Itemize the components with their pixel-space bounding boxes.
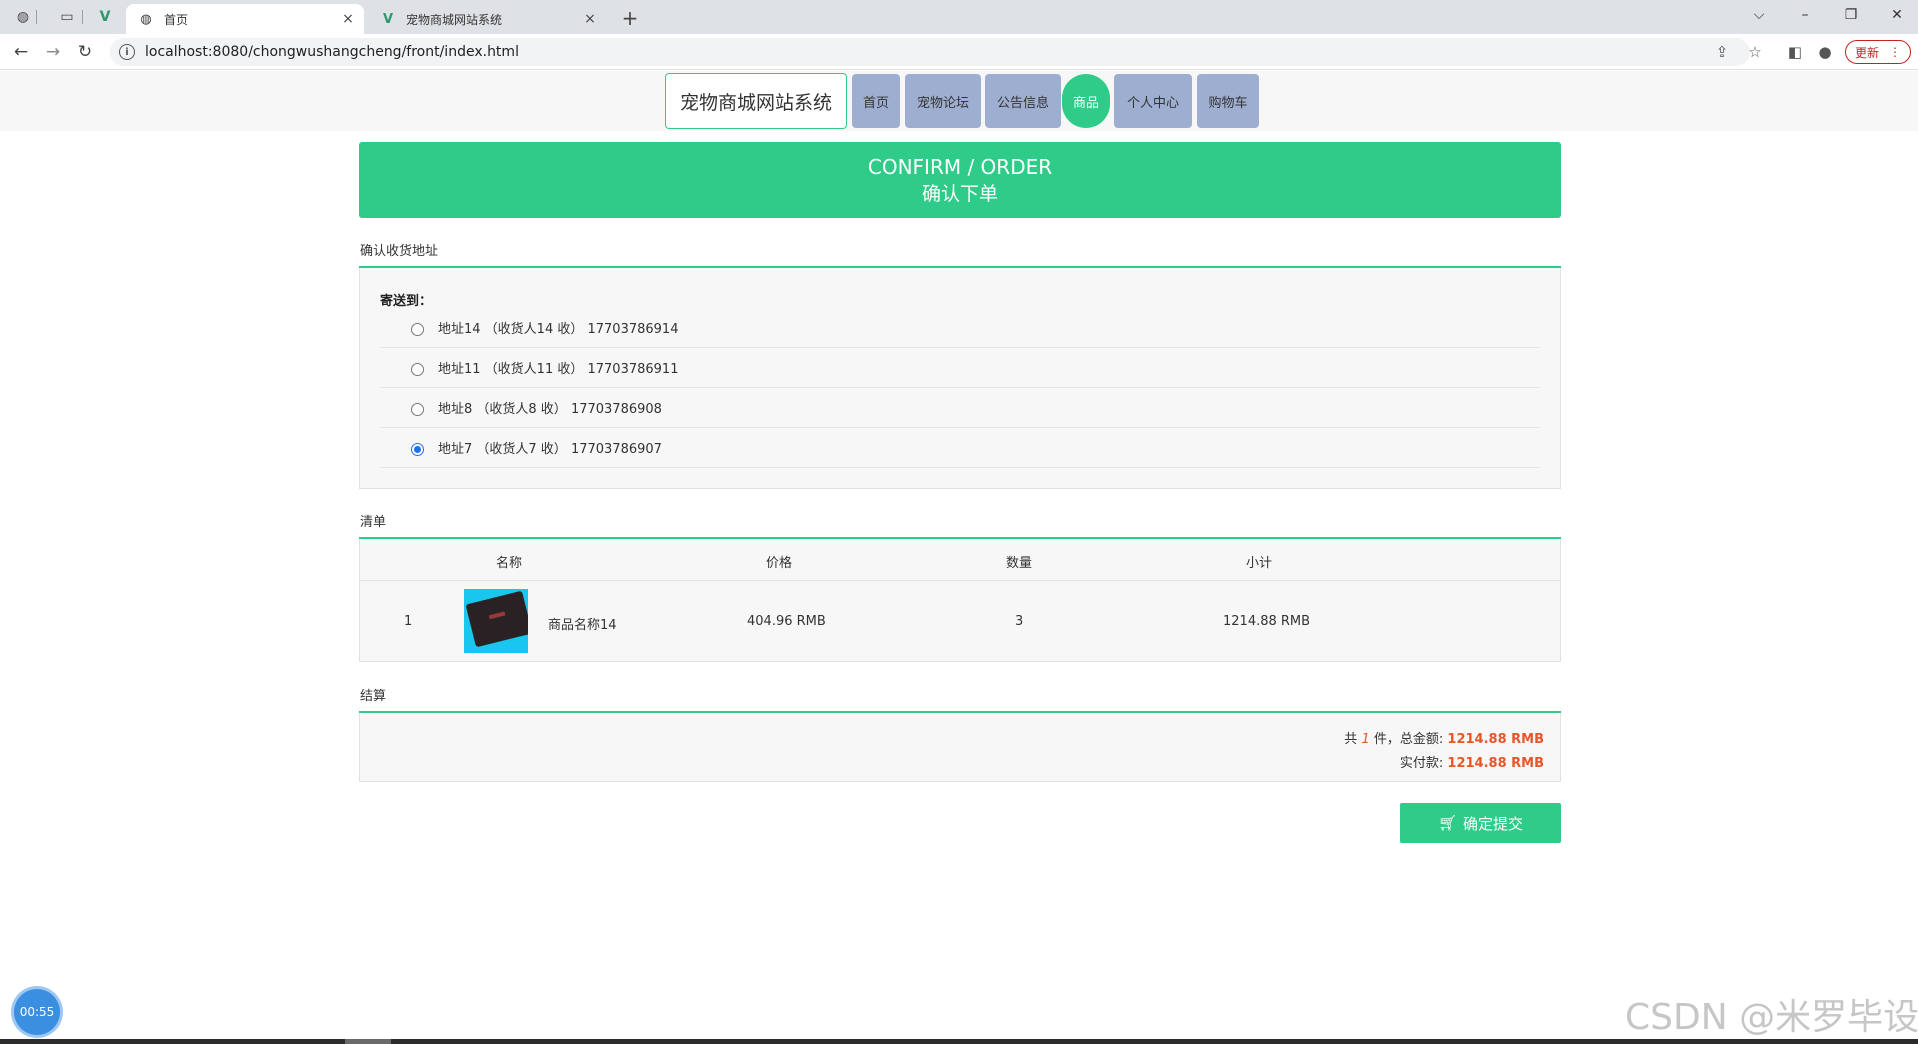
address-option-text: 地址8 （收货人8 收） 17703786908 [438, 402, 662, 417]
browser-tab-strip: ◍ ▭ V ◍ 首页 × V 宠物商城网站系统 × + ⌵ – ❐ ✕ [0, 0, 1918, 34]
nav-pet-forum[interactable]: 宠物论坛 [905, 74, 981, 128]
nav-home[interactable]: 首页 [852, 74, 900, 128]
paid-label: 实付款: [1399, 756, 1444, 771]
row-index: 1 [404, 614, 413, 629]
tab-title: 宠物商城网站系统 [406, 12, 503, 27]
address-option-4[interactable]: 地址7 （收货人7 收） 17703786907 [381, 428, 1539, 468]
tab-pet-mall[interactable]: V 宠物商城网站系统 × [368, 4, 606, 34]
browser-toolbar: ← → ↻ i localhost:8080/chongwushangcheng… [0, 34, 1918, 70]
submit-order-button[interactable]: 🛒︎ 确定提交 [1400, 803, 1561, 843]
product-thumbnail[interactable] [464, 589, 528, 653]
back-arrow-icon[interactable]: ← [8, 39, 34, 65]
close-icon[interactable]: × [338, 11, 358, 27]
banner-title-cn: 确认下单 [921, 183, 998, 205]
address-option-text: 地址14 （收货人14 收） 17703786914 [438, 322, 679, 337]
paid-amount-line: 实付款: 1214.88 RMB [1400, 752, 1544, 771]
product-price: 404.96 RMB [747, 614, 826, 629]
ship-to-label: 寄送到： [380, 294, 433, 309]
blank-page-icon[interactable]: ▭ [58, 8, 76, 26]
bookmark-star-icon[interactable]: ☆ [1745, 42, 1765, 62]
watermark: CSDN @米罗毕设 [1625, 997, 1918, 1038]
horizontal-scrollbar[interactable] [0, 1039, 1918, 1044]
count-suffix: 件，总金额: [1373, 732, 1444, 747]
address-radio[interactable] [411, 363, 424, 376]
product-subtotal: 1214.88 RMB [1223, 614, 1311, 629]
count-prefix: 共 [1344, 732, 1358, 747]
minimize-icon[interactable]: – [1782, 0, 1828, 30]
kebab-menu-icon: ⋮ [1889, 45, 1901, 59]
globe-icon[interactable]: ◍ [14, 8, 32, 26]
tab-separator [82, 10, 83, 24]
total-amount: 1214.88 RMB [1447, 732, 1544, 747]
address-option-text: 地址11 （收货人11 收） 17703786911 [438, 362, 679, 377]
address-option-2[interactable]: 地址11 （收货人11 收） 17703786911 [381, 348, 1539, 388]
tab-title: 首页 [164, 12, 189, 27]
tab-home[interactable]: ◍ 首页 × [126, 4, 364, 34]
list-section-title: 清单 [360, 515, 387, 530]
cart-icon: 🛒︎ [1437, 814, 1458, 832]
address-radio-selected[interactable] [411, 443, 424, 456]
nav-announcements[interactable]: 公告信息 [985, 74, 1061, 128]
update-button[interactable]: 更新 ⋮ [1845, 40, 1911, 64]
address-radio[interactable] [411, 403, 424, 416]
profile-avatar-icon[interactable]: ● [1815, 42, 1835, 62]
table-header-divider [360, 580, 1560, 581]
column-header-price: 价格 [766, 556, 793, 571]
site-brand[interactable]: 宠物商城网站系统 [665, 73, 847, 129]
recording-timer-badge[interactable]: 00:55 [14, 989, 60, 1035]
side-panel-icon[interactable]: ◧ [1785, 42, 1805, 62]
scrollbar-thumb[interactable] [345, 1039, 391, 1044]
address-option-1[interactable]: 地址14 （收货人14 收） 17703786914 [381, 308, 1539, 348]
nav-products[interactable]: 商品 [1062, 74, 1110, 128]
tab-separator [36, 10, 37, 24]
column-header-name: 名称 [496, 556, 523, 571]
settlement-panel [359, 713, 1561, 782]
restore-icon[interactable]: ❐ [1828, 0, 1874, 30]
address-bar[interactable]: i localhost:8080/chongwushangcheng/front… [110, 38, 1750, 66]
forward-arrow-icon[interactable]: → [40, 39, 66, 65]
product-quantity: 3 [1015, 614, 1024, 629]
order-banner: CONFIRM / ORDER 确认下单 [359, 142, 1561, 218]
item-count: 1 [1361, 732, 1370, 747]
new-tab-button[interactable]: + [616, 4, 644, 32]
reload-icon[interactable]: ↻ [72, 39, 98, 65]
info-icon[interactable]: i [119, 44, 135, 60]
settlement-section-title: 结算 [360, 689, 387, 704]
product-name[interactable]: 商品名称14 [548, 614, 617, 633]
column-header-quantity: 数量 [1006, 556, 1033, 571]
url-text[interactable]: localhost:8080/chongwushangcheng/front/i… [145, 44, 519, 60]
tab-search-chevron-icon[interactable]: ⌵ [1736, 0, 1782, 30]
address-section-title: 确认收货地址 [360, 244, 439, 259]
address-radio[interactable] [411, 323, 424, 336]
list-panel [359, 539, 1561, 662]
close-icon[interactable]: × [580, 11, 600, 27]
vue-icon: V [382, 11, 394, 27]
vue-icon[interactable]: V [96, 8, 114, 26]
nav-shopping-cart[interactable]: 购物车 [1197, 74, 1259, 128]
nav-personal-center[interactable]: 个人中心 [1114, 74, 1192, 128]
column-header-subtotal: 小计 [1246, 556, 1273, 571]
submit-label: 确定提交 [1463, 814, 1524, 833]
window-close-icon[interactable]: ✕ [1874, 0, 1918, 30]
banner-title-en: CONFIRM / ORDER [867, 155, 1053, 179]
globe-icon: ◍ [140, 11, 152, 27]
update-label: 更新 [1854, 45, 1879, 60]
paid-amount: 1214.88 RMB [1447, 756, 1544, 771]
order-total-line: 共 1 件，总金额: 1214.88 RMB [1344, 728, 1544, 747]
share-icon[interactable]: ⇪ [1712, 42, 1732, 62]
address-option-3[interactable]: 地址8 （收货人8 收） 17703786908 [381, 388, 1539, 428]
address-option-text: 地址7 （收货人7 收） 17703786907 [438, 442, 662, 457]
